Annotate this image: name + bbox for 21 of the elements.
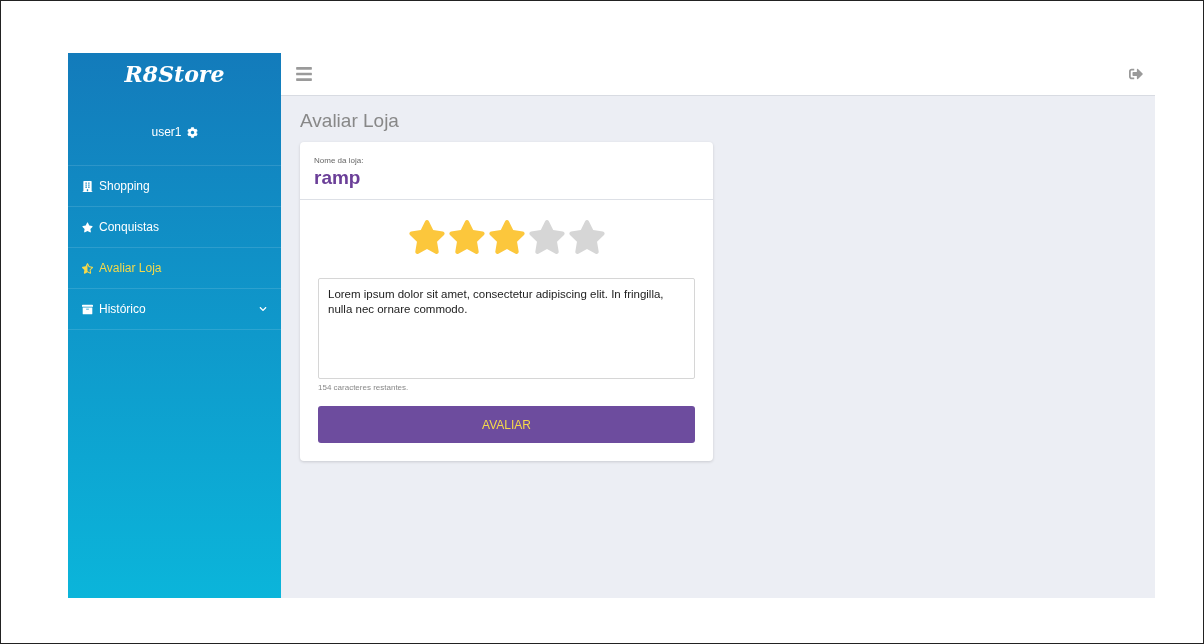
- store-label: Nome da loja:: [314, 156, 365, 165]
- archive-icon: [82, 303, 93, 315]
- star-icon[interactable]: [487, 218, 526, 256]
- settings-icon[interactable]: [186, 126, 198, 138]
- store-name: ramp: [314, 167, 362, 189]
- review-field[interactable]: Lorem ipsum dolor sit amet, consectetur adipiscing elit. In fringilla, nulla nec ornare commodo.: [318, 278, 695, 379]
- menu-button[interactable]: [295, 65, 313, 83]
- chevron-icon[interactable]: [259, 305, 267, 313]
- user-name: user1: [151, 125, 182, 139]
- star-icon[interactable]: [567, 218, 606, 256]
- building-icon: [82, 180, 93, 192]
- star-icon[interactable]: [527, 218, 566, 256]
- logout-button[interactable]: [1129, 67, 1143, 81]
- half-star-icon: [82, 262, 93, 274]
- star-icon[interactable]: [407, 218, 446, 256]
- star-icon[interactable]: [447, 218, 486, 256]
- logo: R8Store: [123, 60, 226, 89]
- character-counter: 154 caracteres restantes.: [318, 383, 410, 392]
- rate-button[interactable]: AVALIAR: [318, 406, 695, 443]
- page-title: Avaliar Loja: [300, 110, 400, 132]
- star-icon: [82, 221, 93, 233]
